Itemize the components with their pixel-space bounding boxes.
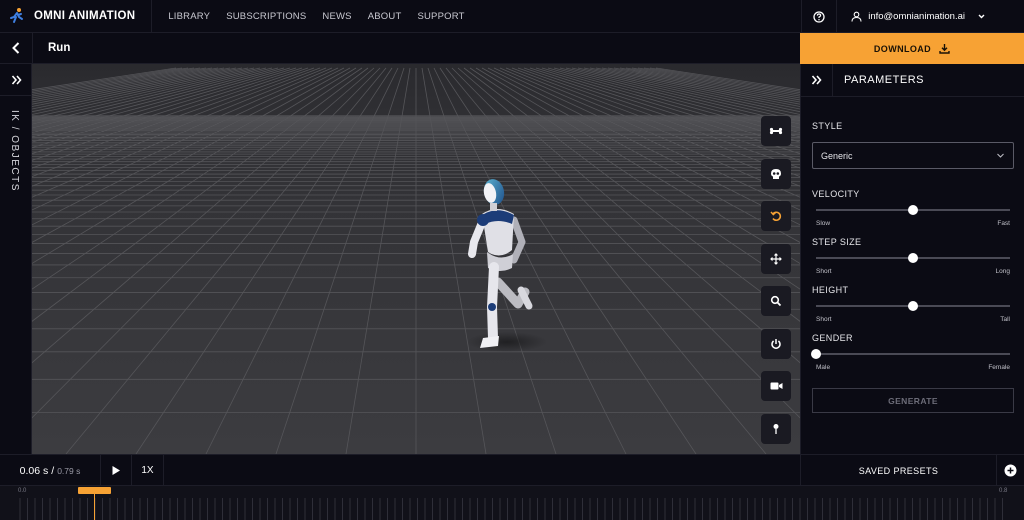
expand-left-panel-button[interactable] [0, 64, 32, 96]
zoom-icon[interactable] [761, 286, 791, 316]
running-figure-icon[interactable] [0, 0, 34, 33]
playback-bar: 0.06 s / 0.79 s 1X SAVED PRESETS [0, 454, 1024, 486]
user-icon [851, 11, 862, 22]
time-separator: / [51, 464, 55, 477]
playhead-line [94, 494, 95, 520]
back-button[interactable] [0, 32, 33, 64]
height-slider[interactable] [816, 301, 1010, 311]
step-size-max-label: Long [995, 268, 1010, 275]
nav-support[interactable]: SUPPORT [417, 11, 464, 22]
nav-news[interactable]: NEWS [322, 11, 351, 22]
gender-min-label: Male [816, 364, 831, 371]
parameters-title: PARAMETERS [844, 74, 924, 86]
slider-thumb[interactable] [811, 349, 821, 359]
style-value: Generic [821, 150, 853, 161]
step-size-label: STEP SIZE [812, 237, 862, 247]
time-display: 0.06 s / 0.79 s [0, 455, 101, 486]
brand-name[interactable]: OMNI ANIMATION [34, 0, 153, 33]
move-icon[interactable] [761, 243, 791, 274]
plus-circle-icon [1004, 464, 1017, 477]
download-label: DOWNLOAD [873, 43, 932, 54]
step-size-slider[interactable] [816, 253, 1010, 263]
user-email: info@omnianimation.ai [868, 11, 965, 22]
total-time: 0.79 s [57, 465, 81, 476]
step-size-min-label: Short [816, 268, 832, 275]
nav-subscriptions[interactable]: SUBSCRIPTIONS [226, 11, 306, 22]
gender-max-label: Female [988, 364, 1010, 371]
velocity-label: VELOCITY [812, 189, 860, 199]
main-nav: LIBRARY SUBSCRIPTIONS NEWS ABOUT SUPPORT [152, 0, 480, 33]
bone-icon[interactable] [761, 116, 791, 146]
slider-track [816, 353, 1010, 355]
pin-icon[interactable] [761, 413, 791, 444]
gender-label: GENDER [812, 333, 853, 343]
step-size-range-labels: Short Long [816, 268, 1010, 275]
double-chevron-right-icon [11, 74, 22, 85]
timeline-end-label: 0.8 [999, 488, 1008, 494]
current-time: 0.06 s [19, 464, 49, 477]
height-min-label: Short [816, 316, 832, 323]
camera-icon[interactable] [761, 371, 791, 401]
skull-icon[interactable] [761, 158, 791, 189]
velocity-range-labels: Slow Fast [816, 220, 1010, 227]
slider-thumb[interactable] [908, 253, 918, 263]
timeline-ticks [19, 498, 1003, 520]
parameters-panel: PARAMETERS STYLE Generic VELOCITY Slow F… [800, 63, 1024, 454]
height-max-label: Tall [1000, 316, 1010, 323]
power-icon[interactable] [761, 328, 791, 359]
chevron-down-icon [997, 153, 1004, 158]
viewport-toolbar [761, 116, 791, 456]
reset-rotate-icon[interactable] [761, 201, 791, 231]
top-nav-bar: OMNI ANIMATION LIBRARY SUBSCRIPTIONS NEW… [0, 0, 1024, 33]
collapse-parameters-button[interactable] [801, 63, 833, 97]
download-icon [939, 44, 950, 54]
gender-slider[interactable] [811, 349, 1010, 359]
velocity-min-label: Slow [816, 220, 831, 227]
ik-objects-tab[interactable]: IK / OBJECTS [9, 110, 20, 192]
double-chevron-right-icon [811, 75, 822, 85]
play-button[interactable] [101, 455, 132, 486]
chevron-down-icon [978, 14, 985, 19]
timeline-start-label: 0.0 [18, 488, 27, 494]
account-area: info@omnianimation.ai [801, 0, 1024, 33]
slider-thumb[interactable] [908, 205, 918, 215]
velocity-slider[interactable] [816, 205, 1010, 215]
left-sidebar: IK / OBJECTS [0, 64, 32, 454]
animation-title: Run [48, 42, 71, 54]
download-button[interactable]: DOWNLOAD [800, 33, 1024, 64]
3d-viewport[interactable] [32, 64, 800, 454]
generate-button[interactable]: GENERATE [812, 388, 1014, 413]
height-range-labels: Short Tall [816, 316, 1010, 323]
playhead-handle[interactable] [78, 487, 111, 494]
timeline-scrubber[interactable]: 0.0 0.8 [0, 486, 1024, 520]
height-label: HEIGHT [812, 285, 849, 295]
help-icon[interactable] [801, 0, 836, 33]
add-preset-button[interactable] [996, 455, 1024, 486]
style-label: STYLE [812, 121, 843, 131]
style-select[interactable]: Generic [812, 142, 1014, 169]
animation-title-bar: Run [0, 32, 800, 64]
play-icon [112, 466, 120, 475]
saved-presets-button[interactable]: SAVED PRESETS [800, 455, 996, 486]
slider-thumb[interactable] [908, 301, 918, 311]
playback-speed-button[interactable]: 1X [132, 455, 164, 486]
nav-library[interactable]: LIBRARY [168, 11, 210, 22]
gender-range-labels: Male Female [816, 364, 1010, 371]
grid-floor [32, 64, 800, 454]
parameters-header: PARAMETERS [801, 63, 1024, 97]
velocity-max-label: Fast [997, 220, 1010, 227]
user-menu[interactable]: info@omnianimation.ai [836, 0, 1024, 33]
nav-about[interactable]: ABOUT [368, 11, 402, 22]
chevron-left-icon [12, 42, 20, 54]
